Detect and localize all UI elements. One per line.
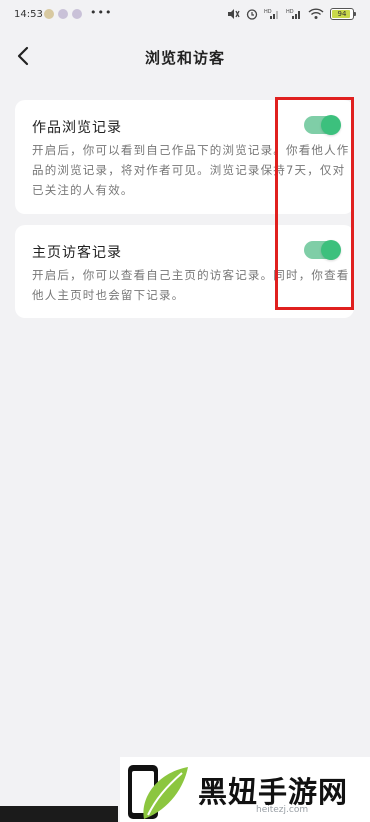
svg-text:HD: HD <box>264 9 272 15</box>
setting-title: 主页访客记录 <box>32 245 122 261</box>
signal-hd-icon: HD <box>286 9 300 19</box>
wifi-icon <box>308 8 324 19</box>
toggle-knob <box>321 240 341 260</box>
setting-description: 开启后，你可以查看自己主页的访客记录。同时，你查看他人主页时也会留下记录。 <box>32 268 350 302</box>
setting-card-profile-visitors: 主页访客记录 开启后，你可以查看自己主页的访客记录。同时，你查看他人主页时也会留… <box>15 225 354 318</box>
page-title: 浏览和访客 <box>144 49 225 67</box>
battery-icon: 94 <box>330 8 356 20</box>
work-views-toggle[interactable] <box>304 115 341 135</box>
setting-description: 开启后，你可以看到自己作品下的浏览记录。你看他人作品的浏览记录，将对作者可见。浏… <box>32 143 350 197</box>
profile-visitors-toggle[interactable] <box>304 240 341 260</box>
watermark-url: heitezj.com <box>256 805 309 815</box>
alarm-icon <box>246 9 258 20</box>
status-left-icons: ••• <box>44 6 113 19</box>
svg-text:HD: HD <box>286 9 294 15</box>
setting-title: 作品浏览记录 <box>32 120 122 136</box>
status-bar: 14:53 ••• HD HD 94 <box>0 0 370 32</box>
status-time: 14:53 <box>14 9 43 20</box>
more-icon: ••• <box>90 6 113 19</box>
notification-icon <box>72 9 82 19</box>
mute-icon <box>228 9 240 19</box>
watermark: 黑妞手游网 heitezj.com <box>120 757 370 822</box>
setting-card-work-views: 作品浏览记录 开启后，你可以看到自己作品下的浏览记录。你看他人作品的浏览记录，将… <box>15 100 354 214</box>
battery-text: 94 <box>337 10 347 18</box>
notification-icon <box>58 9 68 19</box>
toggle-knob <box>321 115 341 135</box>
status-right-icons: HD HD 94 <box>226 8 356 20</box>
signal-hd-icon: HD <box>264 9 278 19</box>
watermark-logo <box>128 765 188 819</box>
bottom-bar <box>0 806 118 822</box>
header: 浏览和访客 <box>0 32 370 82</box>
notification-icon <box>44 9 54 19</box>
